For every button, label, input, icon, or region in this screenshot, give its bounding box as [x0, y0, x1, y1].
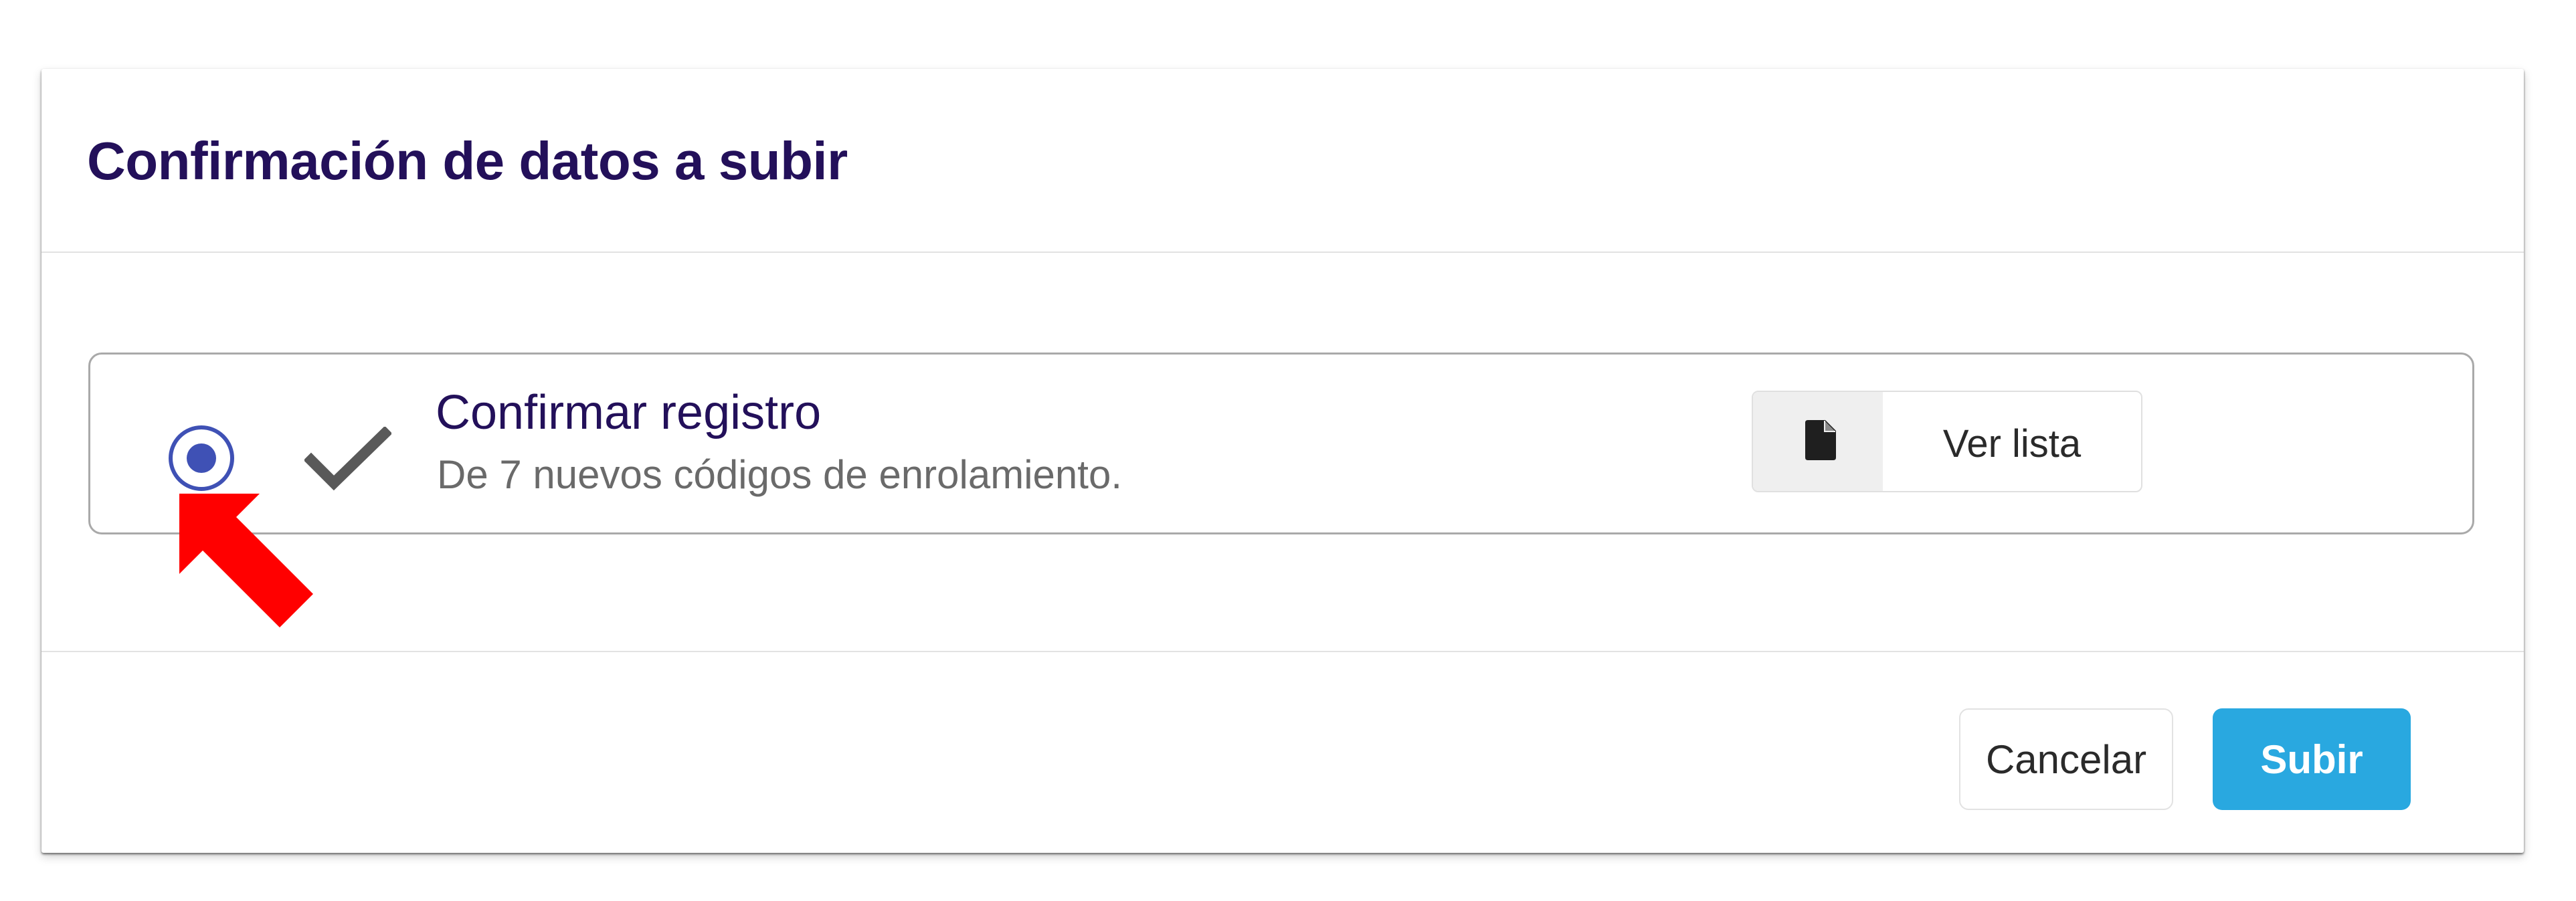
dialog-header: Confirmación de datos a subir [41, 69, 2524, 253]
radio-selected-dot [187, 443, 216, 473]
confirmation-dialog: Confirmación de datos a subir Confirmar … [41, 69, 2524, 853]
dialog-title: Confirmación de datos a subir [87, 131, 848, 191]
option-subtitle: De 7 nuevos códigos de enrolamiento. [437, 452, 1122, 497]
view-list-button[interactable]: Ver lista [1752, 391, 2142, 492]
file-icon [1805, 420, 1836, 460]
cancel-button[interactable]: Cancelar [1959, 708, 2173, 810]
red-arrow-icon [179, 494, 313, 627]
check-icon [304, 427, 391, 491]
option-title: Confirmar registro [436, 386, 822, 439]
view-list-label: Ver lista [1942, 422, 2082, 466]
view-list-icon-box [1753, 392, 1883, 491]
confirm-registration-radio[interactable] [169, 425, 234, 491]
confirm-registration-option[interactable]: Confirmar registro De 7 nuevos códigos d… [88, 353, 2474, 534]
submit-button[interactable]: Subir [2213, 708, 2411, 810]
dialog-footer: Cancelar Subir [41, 651, 2524, 853]
